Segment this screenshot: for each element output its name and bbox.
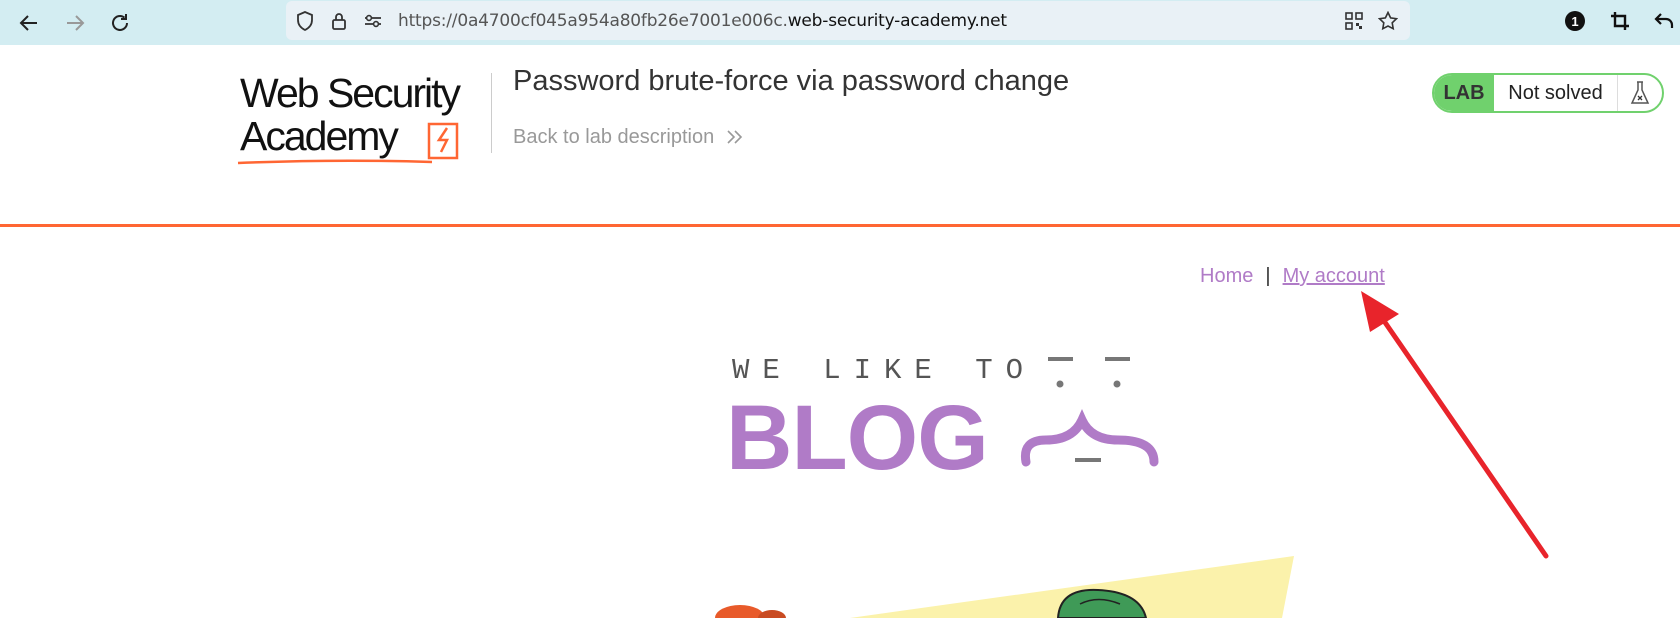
annotation-arrow (1361, 291, 1549, 559)
